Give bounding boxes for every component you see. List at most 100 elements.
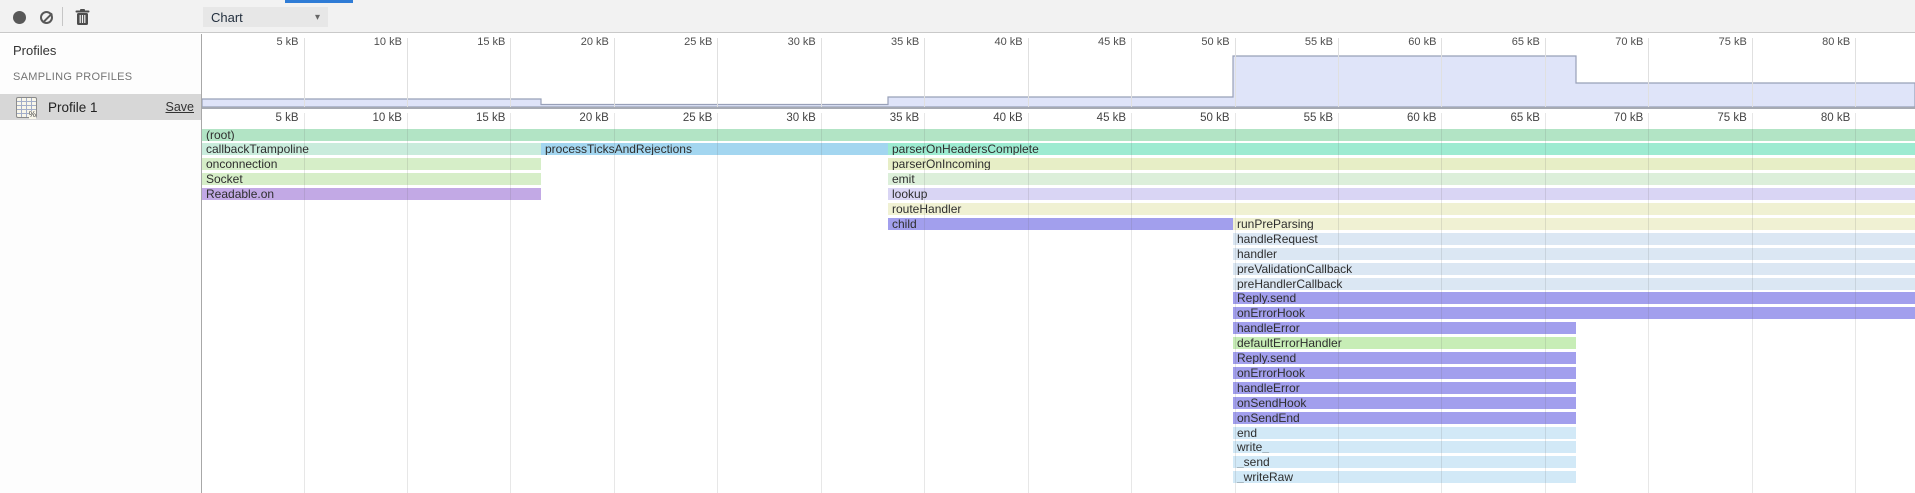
- flame-bar[interactable]: end: [1233, 427, 1576, 439]
- ruler-tick-label: 55 kB: [1267, 112, 1333, 124]
- flame-bar[interactable]: onErrorHook: [1233, 307, 1915, 319]
- ruler-tick-label: 5 kB: [233, 36, 299, 48]
- overview-ruler: 5 kB10 kB15 kB20 kB25 kB30 kB35 kB40 kB4…: [202, 34, 1915, 50]
- ruler-tick-label: 60 kB: [1370, 112, 1436, 124]
- view-mode-select[interactable]: Chart ▾: [203, 7, 328, 27]
- clear-icon: [40, 11, 53, 24]
- sidebar-item-profile-1[interactable]: % Profile 1 Save: [0, 94, 201, 120]
- ruler-tick-label: 70 kB: [1577, 36, 1643, 48]
- chart-ruler: 5 kB10 kB15 kB20 kB25 kB30 kB35 kB40 kB4…: [202, 109, 1915, 127]
- overview-area-chart: [202, 50, 1915, 107]
- ruler-tick-label: 35 kB: [853, 36, 919, 48]
- gridline: [717, 113, 718, 493]
- gridline: [510, 38, 511, 107]
- percent-badge: %: [29, 111, 36, 119]
- flame-bar[interactable]: parserOnHeadersComplete: [888, 143, 1915, 155]
- record-button[interactable]: [9, 7, 29, 27]
- flame-bar[interactable]: Reply.send: [1233, 292, 1915, 304]
- flame-bar[interactable]: handleError: [1233, 322, 1576, 334]
- flame-bar[interactable]: defaultErrorHandler: [1233, 337, 1576, 349]
- ruler-tick-label: 75 kB: [1681, 36, 1747, 48]
- flame-bar[interactable]: routeHandler: [888, 203, 1915, 215]
- flame-bar[interactable]: onErrorHook: [1233, 367, 1576, 379]
- flame-chart-pane: 5 kB10 kB15 kB20 kB25 kB30 kB35 kB40 kB4…: [202, 34, 1915, 493]
- flame-bar[interactable]: emit: [888, 173, 1915, 185]
- ruler-tick-label: 5 kB: [233, 112, 299, 124]
- ruler-tick-label: 40 kB: [957, 112, 1023, 124]
- gridline: [1855, 38, 1856, 107]
- clear-all-button[interactable]: [36, 7, 56, 27]
- delete-profile-button[interactable]: [72, 7, 92, 27]
- flame-bar[interactable]: lookup: [888, 188, 1915, 200]
- gridline: [1545, 38, 1546, 107]
- flame-bar[interactable]: preValidationCallback: [1233, 263, 1915, 275]
- view-mode-value: Chart: [211, 10, 243, 25]
- flame-bar[interactable]: Readable.on: [202, 188, 541, 200]
- flame-bar[interactable]: _send: [1233, 456, 1576, 468]
- gridline: [1441, 113, 1442, 493]
- flame-bar[interactable]: Reply.send: [1233, 352, 1576, 364]
- chevron-down-icon: ▾: [315, 12, 320, 23]
- flame-bar[interactable]: write_: [1233, 441, 1576, 453]
- flame-bar[interactable]: callbackTrampoline: [202, 143, 541, 155]
- ruler-tick-label: 15 kB: [439, 112, 505, 124]
- profile-name: Profile 1: [48, 100, 98, 115]
- ruler-tick-label: 45 kB: [1060, 36, 1126, 48]
- gridline: [821, 38, 822, 107]
- flame-bar[interactable]: parserOnIncoming: [888, 158, 1915, 170]
- gridline: [1131, 113, 1132, 493]
- flame-bar[interactable]: Socket: [202, 173, 541, 185]
- memory-overview-graph[interactable]: [202, 50, 1915, 107]
- gridline: [1235, 38, 1236, 107]
- gridline: [1855, 113, 1856, 493]
- ruler-tick-label: 15 kB: [439, 36, 505, 48]
- ruler-tick-label: 45 kB: [1060, 112, 1126, 124]
- gridline: [407, 113, 408, 493]
- flame-bar[interactable]: handleRequest: [1233, 233, 1915, 245]
- gridline: [1752, 38, 1753, 107]
- gridline: [304, 38, 305, 107]
- trash-icon: [75, 9, 90, 26]
- gridline: [924, 113, 925, 493]
- ruler-tick-label: 50 kB: [1164, 36, 1230, 48]
- flame-bar[interactable]: handler: [1233, 248, 1915, 260]
- gridline: [1131, 38, 1132, 107]
- save-profile-link[interactable]: Save: [166, 100, 195, 114]
- profiles-sidebar: Profiles SAMPLING PROFILES % Profile 1 S…: [0, 34, 202, 493]
- gridline: [924, 38, 925, 107]
- heap-snapshot-icon: %: [16, 97, 37, 118]
- ruler-tick-label: 20 kB: [543, 36, 609, 48]
- gridline: [1752, 113, 1753, 493]
- ruler-tick-label: 65 kB: [1474, 36, 1540, 48]
- gridline: [1028, 38, 1029, 107]
- flame-bar[interactable]: _writeRaw: [1233, 471, 1576, 483]
- gridline: [1648, 113, 1649, 493]
- flame-bar[interactable]: child: [888, 218, 1233, 230]
- flame-bar[interactable]: onconnection: [202, 158, 541, 170]
- overview-area-shape: [202, 56, 1915, 107]
- flame-bar[interactable]: processTicksAndRejections: [541, 143, 888, 155]
- flame-bar[interactable]: preHandlerCallback: [1233, 278, 1915, 290]
- flame-bar[interactable]: handleError: [1233, 382, 1576, 394]
- flame-bar[interactable]: onSendEnd: [1233, 412, 1576, 424]
- gridline: [1545, 113, 1546, 493]
- gridline: [1338, 113, 1339, 493]
- sampling-profiles-section-label: SAMPLING PROFILES: [13, 71, 132, 83]
- ruler-tick-label: 40 kB: [957, 36, 1023, 48]
- gridline: [614, 38, 615, 107]
- toolbar-divider: [62, 7, 63, 26]
- devtools-memory-profiler-window: Chart ▾ Profiles SAMPLING PROFILES % Pro…: [0, 0, 1915, 493]
- ruler-tick-label: 55 kB: [1267, 36, 1333, 48]
- ruler-tick-label: 25 kB: [646, 36, 712, 48]
- gridline: [821, 113, 822, 493]
- ruler-tick-label: 50 kB: [1164, 112, 1230, 124]
- flame-bar[interactable]: onSendHook: [1233, 397, 1576, 409]
- ruler-tick-label: 70 kB: [1577, 112, 1643, 124]
- flame-bar[interactable]: runPreParsing: [1233, 218, 1915, 230]
- gridline: [304, 113, 305, 493]
- ruler-tick-label: 65 kB: [1474, 112, 1540, 124]
- gridline: [614, 113, 615, 493]
- flame-bar[interactable]: (root): [202, 129, 1915, 141]
- gridline: [407, 38, 408, 107]
- active-tab-indicator: [285, 0, 353, 3]
